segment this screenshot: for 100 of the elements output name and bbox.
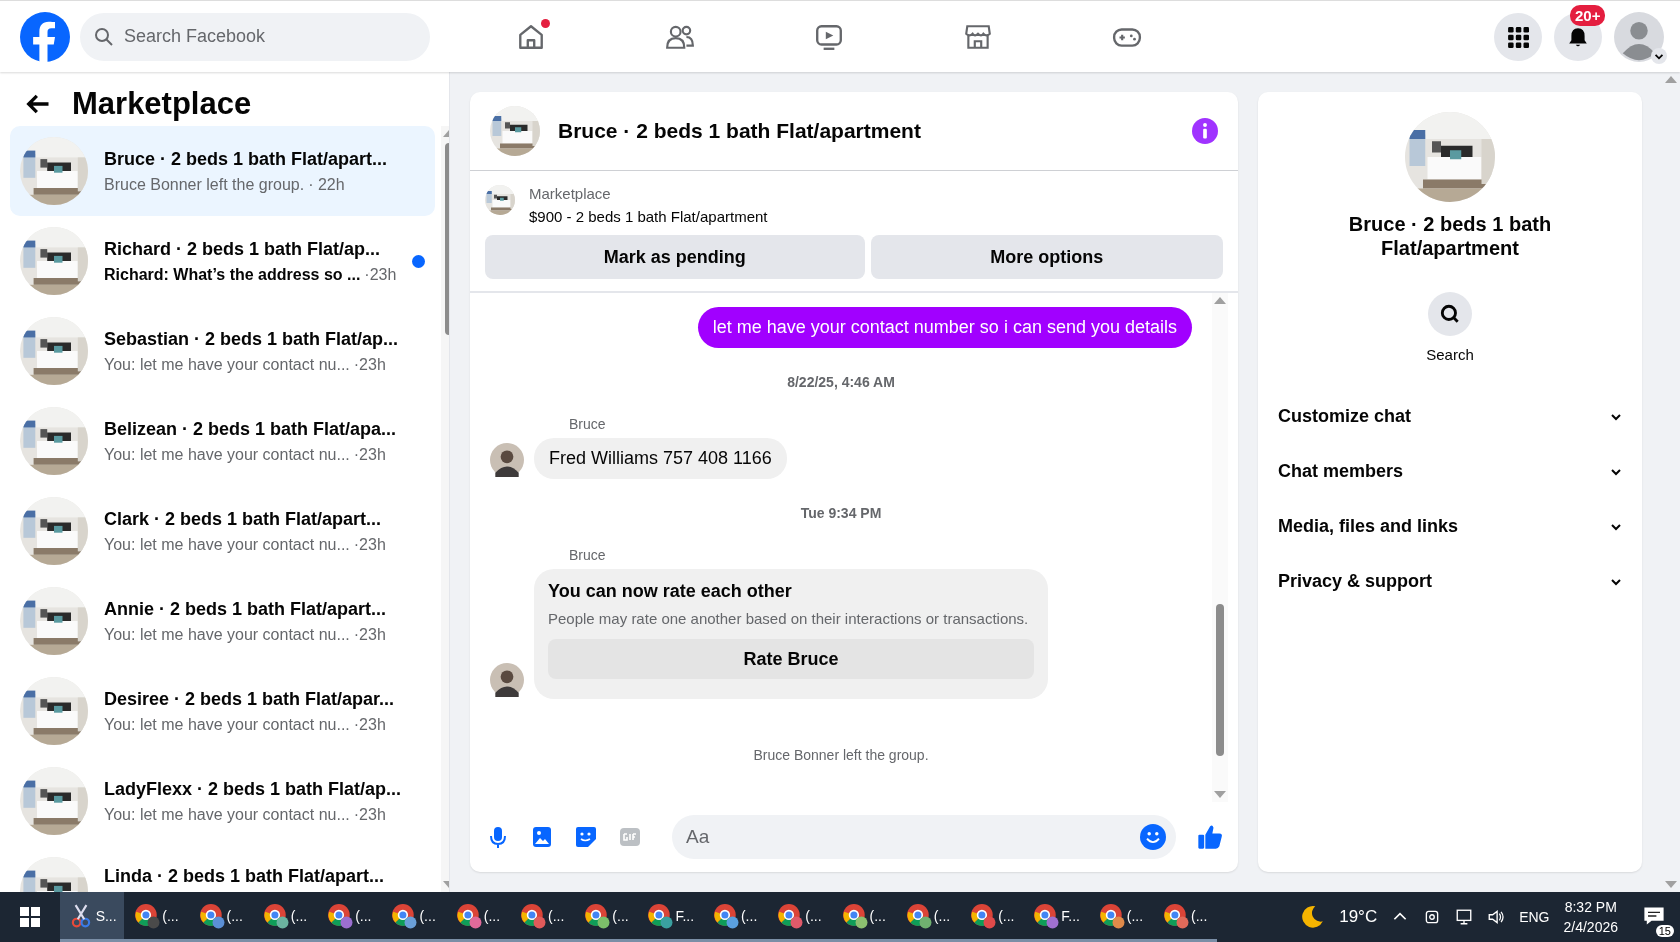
- section-header[interactable]: Privacy & support: [1278, 554, 1622, 609]
- section-header[interactable]: Media, files and links: [1278, 499, 1622, 554]
- section-header[interactable]: Customize chat: [1278, 389, 1622, 444]
- time-label: ·23h: [364, 265, 397, 284]
- timestamp: Tue 9:34 PM: [799, 505, 883, 521]
- conversation-item[interactable]: Sebastian · 2 beds 1 bath Flat/ap... You: let me have your contact nu... ·23h: [10, 306, 436, 396]
- grid-icon: [1507, 25, 1529, 48]
- conversation-item[interactable]: Desiree · 2 beds 1 bath Flat/apar... You: let me have your contact nu... ·23h: [10, 666, 436, 756]
- rate-button[interactable]: Rate Bruce: [548, 639, 1034, 679]
- listing-label: Marketplace: [529, 185, 612, 202]
- windows-icon[interactable]: [20, 907, 40, 927]
- taskbar-item[interactable]: (...: [252, 892, 318, 942]
- message-preview: Bruce Bonner left the group.: [104, 175, 305, 194]
- listing-button[interactable]: Mark as pending: [485, 235, 865, 279]
- notification-count: 15: [1655, 924, 1674, 937]
- timestamp: 8/22/25, 4:46 AM: [786, 374, 896, 390]
- language-indicator[interactable]: ENG: [1519, 909, 1550, 925]
- conversation-item[interactable]: Bruce · 2 beds 1 bath Flat/apart... Bruce Bonner left the group. · 22h: [10, 126, 436, 216]
- time-label: ·23h: [353, 715, 386, 734]
- conversation-title: LadyFlexx · 2 beds 1 bath Flat/ap...: [104, 778, 403, 800]
- search-button[interactable]: [1428, 292, 1472, 336]
- message-preview: You: let me have your contact nu...: [104, 805, 350, 824]
- message-bubble: let me have your contact number so i can send you details: [697, 307, 1192, 348]
- taskbar-item[interactable]: (...: [831, 892, 896, 942]
- taskbar-item[interactable]: (...: [317, 892, 382, 942]
- conversation-title: Clark · 2 beds 1 bath Flat/apart...: [104, 508, 383, 530]
- speaker-icon[interactable]: [1487, 908, 1506, 926]
- logo-icon[interactable]: [20, 11, 70, 62]
- time-label: ·23h: [353, 805, 386, 824]
- weather-temperature[interactable]: 19°C: [1339, 907, 1378, 927]
- listing-title: $900 - 2 beds 1 bath Flat/apartment: [529, 208, 768, 225]
- card-text: People may rate one another based on their interactions or transactions.: [548, 610, 1030, 627]
- emoji-icon[interactable]: [1140, 824, 1166, 850]
- scrollbar[interactable]: [1212, 293, 1228, 802]
- message-preview: You: let me have your contact nu...: [104, 715, 350, 734]
- search-icon: [94, 26, 114, 47]
- taskbar-item[interactable]: S...: [60, 892, 125, 942]
- image-icon[interactable]: [530, 825, 554, 849]
- search-icon: [1439, 303, 1461, 325]
- message-preview: You: let me have your contact nu...: [104, 535, 350, 554]
- conversation-item[interactable]: Annie · 2 beds 1 bath Flat/apart... You: let me have your contact nu... ·23h: [10, 576, 436, 666]
- sender-name: Bruce: [569, 547, 607, 563]
- taskbar-item[interactable]: (...: [574, 892, 639, 942]
- sender-name: Bruce: [569, 416, 607, 432]
- avatar-icon: [490, 663, 524, 697]
- taskbar-item[interactable]: (...: [124, 892, 189, 942]
- message-preview: You: let me have your contact nu...: [104, 625, 350, 644]
- conversation-item[interactable]: Richard · 2 beds 1 bath Flat/ap... Richard: What’s the address so ... ·23h: [10, 216, 436, 306]
- network-icon[interactable]: [1455, 908, 1474, 926]
- conversation-title: Richard · 2 beds 1 bath Flat/ap...: [104, 238, 382, 260]
- message-bubble: Fred Williams 757 408 1166: [534, 438, 787, 479]
- page-title: Marketplace: [72, 86, 252, 122]
- conversation-title: Linda · 2 beds 1 bath Flat/apart...: [104, 865, 386, 887]
- conversation-item[interactable]: Belizean · 2 beds 1 bath Flat/apa... You: let me have your contact nu... ·23h: [10, 396, 436, 486]
- listing-button[interactable]: More options: [870, 235, 1223, 279]
- avatar-icon: [490, 443, 524, 477]
- taskbar-item[interactable]: (...: [702, 892, 768, 942]
- section-header[interactable]: Chat members: [1278, 444, 1622, 499]
- caret-icon[interactable]: [1651, 47, 1667, 64]
- conversation-title: Bruce · 2 beds 1 bath Flat/apartment: [1347, 212, 1553, 260]
- card-title: You can now rate each other: [548, 581, 793, 602]
- sticker-icon[interactable]: [574, 825, 598, 849]
- clock-date[interactable]: 2/4/2026: [1563, 919, 1618, 935]
- bell-icon: [1567, 25, 1589, 48]
- time-label: ·23h: [353, 625, 386, 644]
- conversation-title: Bruce · 2 beds 1 bath Flat/apart...: [104, 148, 389, 170]
- message-field[interactable]: Aa: [672, 815, 1176, 859]
- conversation-title: Desiree · 2 beds 1 bath Flat/apar...: [104, 688, 396, 710]
- search-field[interactable]: Search Facebook: [80, 12, 430, 61]
- taskbar-item[interactable]: F...: [1024, 892, 1089, 942]
- thumbs-up-icon[interactable]: [1196, 823, 1224, 851]
- time-label: · 22h: [308, 175, 345, 194]
- notification-count: 20+: [1570, 4, 1606, 26]
- message-preview: You: let me have your contact nu...: [104, 445, 350, 464]
- taskbar-item[interactable]: (...: [960, 892, 1025, 942]
- taskbar-item[interactable]: (...: [767, 892, 832, 942]
- conversation-title: Annie · 2 beds 1 bath Flat/apart...: [104, 598, 388, 620]
- info-icon[interactable]: [1192, 118, 1218, 144]
- message-preview: Richard: What’s the address so ...: [104, 265, 361, 284]
- conversation-item[interactable]: LadyFlexx · 2 beds 1 bath Flat/ap... You: let me have your contact nu... ·23h: [10, 756, 436, 846]
- time-label: ·23h: [353, 355, 386, 374]
- taskbar-item[interactable]: F...: [638, 892, 703, 942]
- taskbar-item[interactable]: (...: [445, 892, 511, 942]
- event-message: Bruce Bonner left the group.: [752, 747, 930, 763]
- taskbar-item[interactable]: (...: [188, 892, 253, 942]
- taskbar-item[interactable]: (...: [895, 892, 961, 942]
- taskbar-item[interactable]: (...: [381, 892, 446, 942]
- chat-title: Bruce · 2 beds 1 bath Flat/apartment: [558, 119, 922, 143]
- message-preview: You: let me have your contact nu...: [104, 355, 350, 374]
- search-label: Search: [1426, 346, 1474, 363]
- conversation-title: Sebastian · 2 beds 1 bath Flat/ap...: [104, 328, 400, 350]
- time-label: ·23h: [353, 445, 386, 464]
- moon-icon: [1299, 904, 1326, 930]
- taskbar-item[interactable]: (...: [1153, 892, 1218, 942]
- conversation-item[interactable]: Clark · 2 beds 1 bath Flat/apart... You: let me have your contact nu... ·23h: [10, 486, 436, 576]
- menu-button[interactable]: [1494, 12, 1542, 61]
- taskbar-item[interactable]: (...: [510, 892, 575, 942]
- taskbar-item[interactable]: (...: [1088, 892, 1154, 942]
- clock-time[interactable]: 8:32 PM: [1564, 899, 1617, 915]
- time-label: ·23h: [353, 535, 386, 554]
